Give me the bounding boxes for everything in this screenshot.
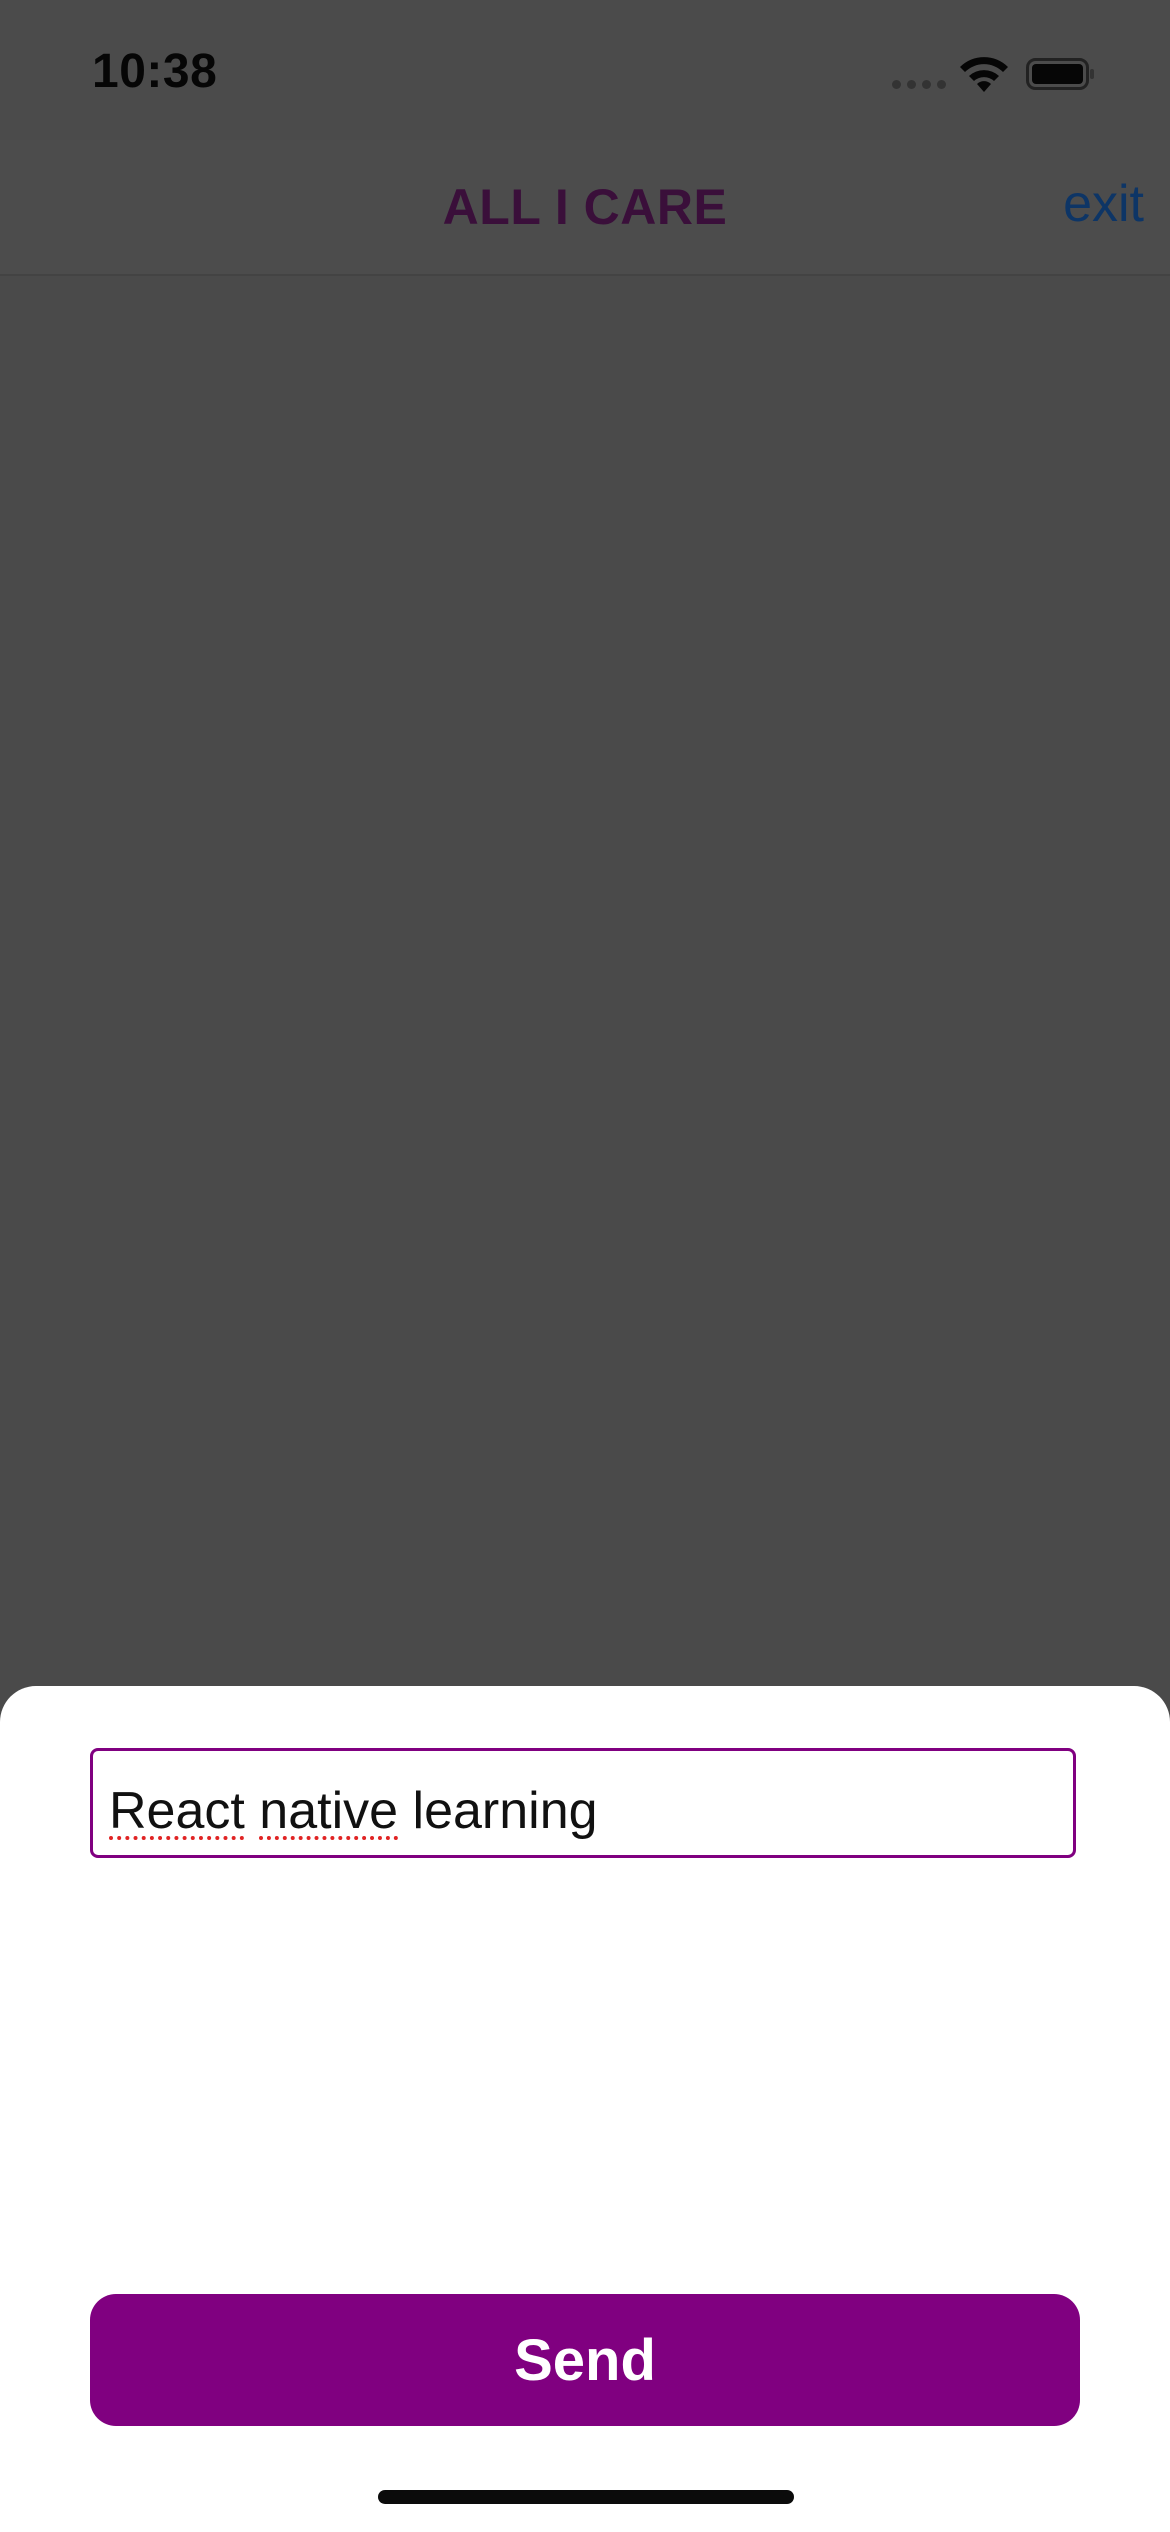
cellular-signal-icon: [892, 80, 948, 90]
input-word-misspelled: native: [259, 1782, 399, 1840]
page-title: ALL I CARE: [442, 179, 728, 235]
exit-button[interactable]: exit: [1063, 174, 1144, 234]
screen: 10:38 ALL I CARE exit React native learn…: [0, 0, 1170, 2532]
bottom-sheet: React native learning Send: [0, 1686, 1170, 2532]
input-word-misspelled: React: [109, 1782, 245, 1840]
home-indicator[interactable]: [378, 2490, 794, 2504]
modal-backdrop[interactable]: [0, 276, 1170, 1686]
battery-icon: [1026, 58, 1094, 90]
message-input-value: React native learning: [109, 1781, 598, 1841]
message-input[interactable]: React native learning: [90, 1748, 1076, 1858]
status-icons: [892, 52, 1112, 96]
nav-bar: ALL I CARE exit: [0, 140, 1170, 276]
status-time: 10:38: [92, 45, 218, 98]
wifi-icon: [960, 57, 1008, 92]
send-button[interactable]: Send: [90, 2294, 1080, 2426]
status-bar: 10:38: [0, 0, 1170, 140]
send-button-label: Send: [514, 2327, 656, 2393]
input-word: learning: [412, 1782, 598, 1840]
